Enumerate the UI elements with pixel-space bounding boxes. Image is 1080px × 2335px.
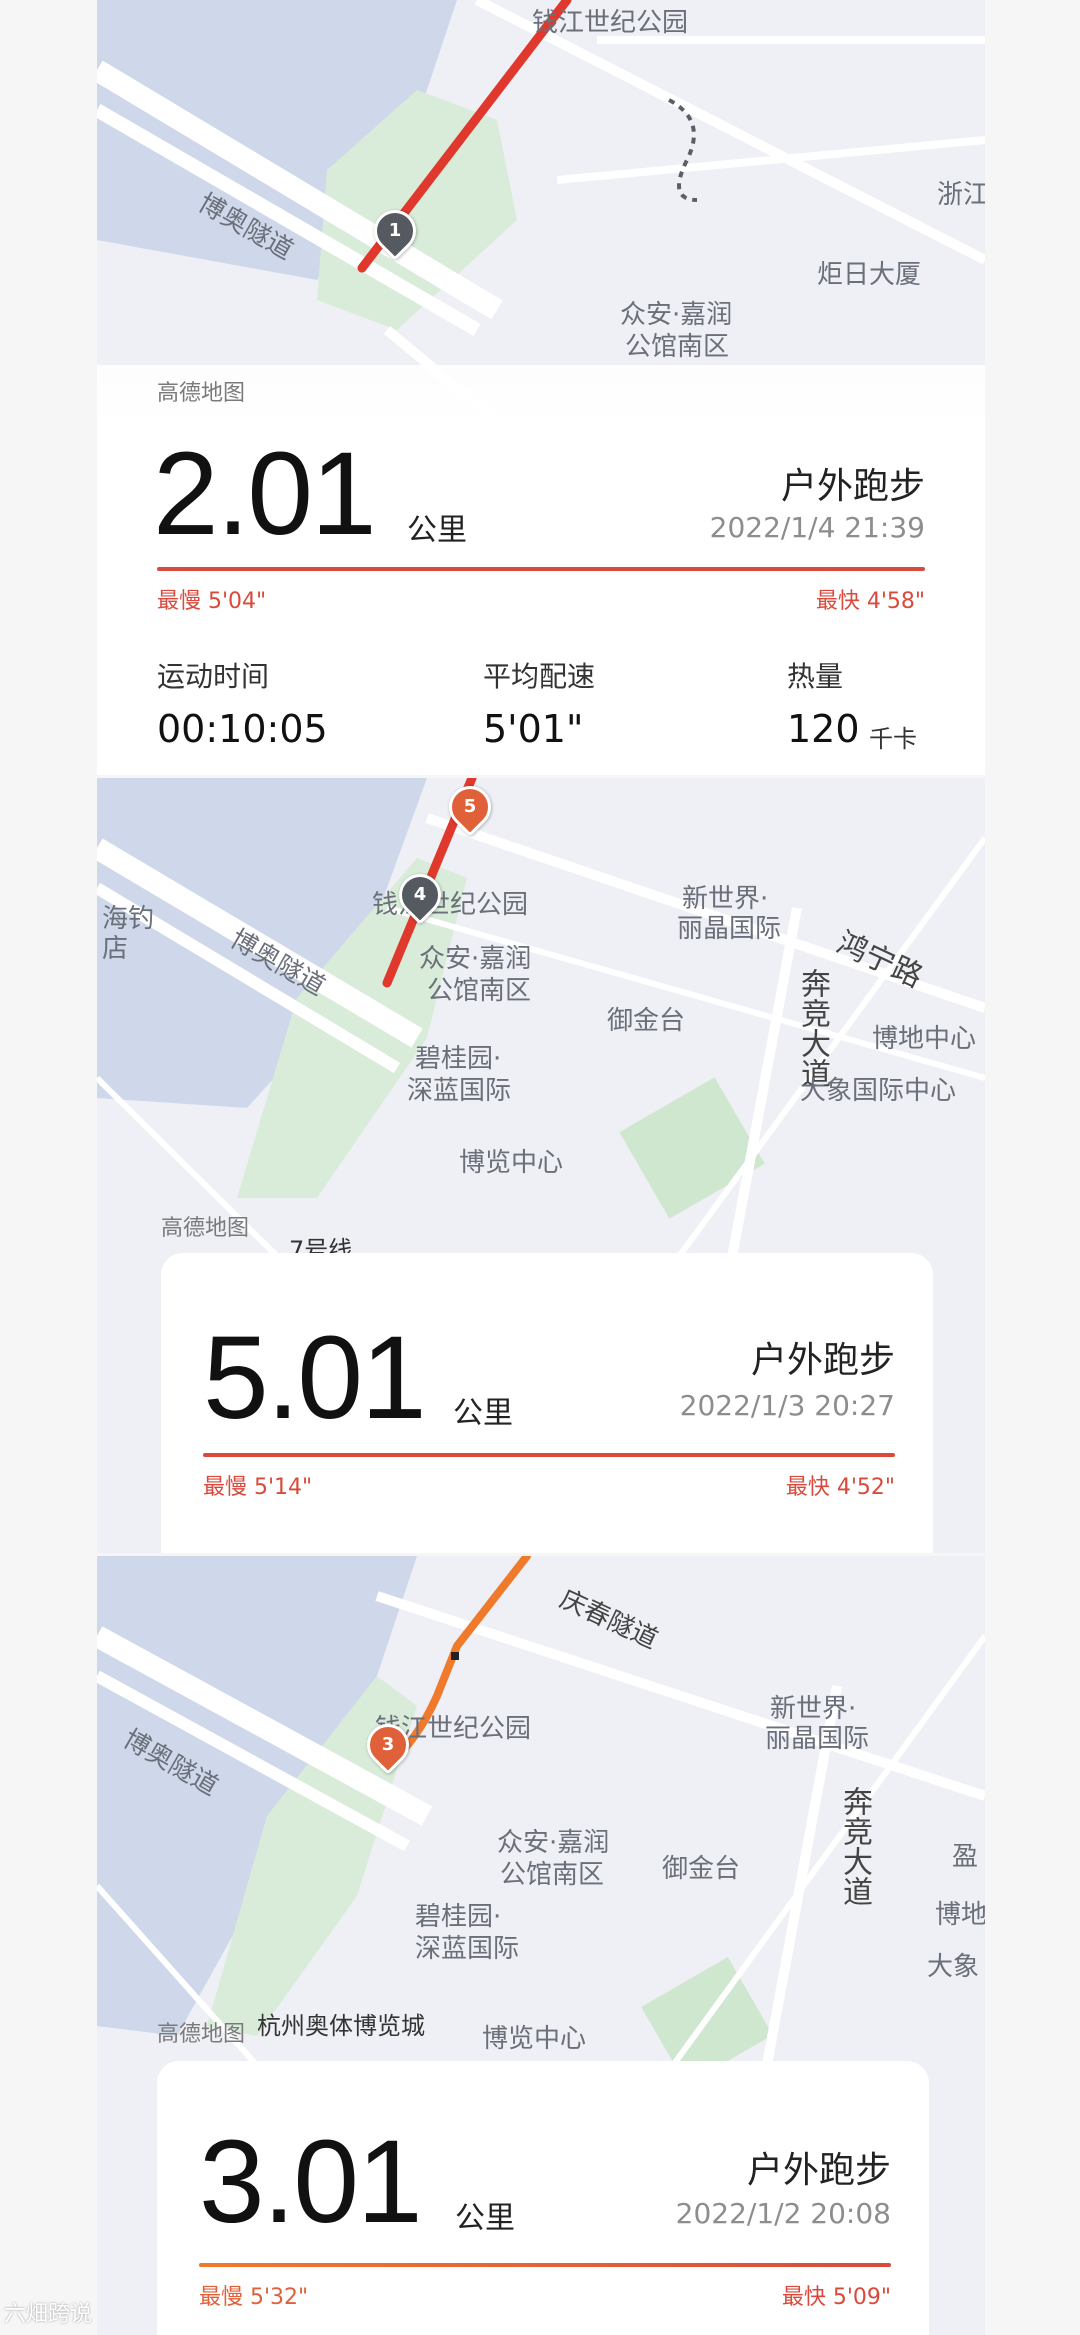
map-label: 众安·嘉润 (419, 944, 532, 974)
distance-value: 3.01 (199, 2116, 423, 2248)
map-label: 店 (102, 934, 129, 964)
fastest-pace: 最快 4'52" (785, 1475, 895, 1500)
map-label: 新世界· (682, 884, 769, 914)
map-label: 浙江 (937, 180, 985, 210)
slowest-pace: 最慢 5'14" (203, 1475, 313, 1500)
distance-unit: 公里 (407, 513, 467, 548)
stat-value-calories: 120 (787, 707, 860, 751)
map-label: 新世界· (770, 1694, 857, 1724)
map-label: 钱江世纪公园 (532, 8, 689, 38)
distance-unit: 公里 (455, 2201, 515, 2236)
map-label: 丽晶国际 (677, 914, 782, 944)
pace-bar (199, 2263, 891, 2267)
map-label: 大象国际中心 (800, 1076, 957, 1106)
fastest-pace: 最快 5'09" (781, 2285, 891, 2310)
map-label: 众安·嘉润 (497, 1828, 610, 1858)
map-label: 深蓝国际 (415, 1934, 520, 1964)
stat-value-duration: 00:10:05 (157, 707, 328, 751)
distance-value: 2.01 (153, 428, 377, 560)
stat-label-pace: 平均配速 (483, 660, 596, 693)
pace-bar (203, 1453, 895, 1457)
km-marker-label: 5 (463, 796, 477, 817)
activity-date: 2022/1/4 21:39 (709, 511, 925, 544)
map-label: 盈 (952, 1842, 979, 1872)
stat-label-duration: 运动时间 (157, 660, 270, 693)
stat-unit-calories: 千卡 (869, 725, 917, 753)
map-label: 公馆南区 (625, 332, 730, 362)
map-label: 公馆南区 (427, 976, 532, 1006)
activity-type: 户外跑步 (746, 2150, 891, 2191)
summary-card: 3.01 公里 户外跑步 2022/1/2 20:08 最慢 5'32" 最快 … (157, 2061, 929, 2335)
map-label: 杭州奥体博览城 (257, 2012, 425, 2040)
map-label: 博地中心 (872, 1024, 977, 1054)
run-card-3[interactable]: 庆春隧道 新世界· 丽晶国际 博奥隧道 钱江世纪公园 众安·嘉润 公馆南区 御金… (97, 1556, 985, 2335)
summary-card: 高德地图 2.01 公里 户外跑步 2022/1/4 21:39 最慢 5'04… (97, 365, 985, 775)
slowest-pace: 最慢 5'32" (199, 2285, 309, 2310)
map-label: 博地 (935, 1900, 985, 1930)
map-label: 碧桂园· (415, 1044, 502, 1074)
map-label: 博览中心 (482, 2024, 587, 2054)
map-label: 碧桂园· (415, 1902, 502, 1932)
map-label: 丽晶国际 (765, 1724, 870, 1754)
distance-value: 5.01 (203, 1312, 427, 1444)
stat-value-pace: 5'01" (483, 707, 584, 751)
summary-card: 5.01 公里 户外跑步 2022/1/3 20:27 最慢 5'14" 最快 … (161, 1253, 933, 1553)
slowest-pace: 最慢 5'04" (157, 589, 267, 614)
map-label: 海钓 (102, 904, 155, 934)
stat-label-calories: 热量 (787, 660, 844, 693)
activity-date: 2022/1/3 20:27 (679, 1389, 895, 1422)
map-label: 钱江世纪公园 (372, 890, 529, 920)
map-label: 博览中心 (459, 1148, 564, 1178)
km-marker-label: 1 (388, 220, 402, 241)
run-card-1[interactable]: 钱江世纪公园 博奥隧道 浙江 炬日大厦 众安·嘉润 公馆南区 1 高德地图 2.… (97, 0, 985, 775)
map-label: 御金台 (662, 1854, 741, 1884)
run-card-2[interactable]: 海钓 店 博奥隧道 钱江世纪公园 新世界· 丽晶国际 鸿宁路 众安·嘉润 公馆南… (97, 778, 985, 1553)
map-label: 炬日大厦 (817, 260, 922, 290)
map-label: 深蓝国际 (407, 1076, 512, 1106)
map-label: 大象 (927, 1952, 980, 1982)
map-provider-label: 高德地图 (157, 381, 246, 406)
km-marker-label: 3 (381, 1734, 395, 1755)
km-marker-label: 4 (413, 884, 427, 905)
map-provider-label: 高德地图 (157, 2022, 246, 2047)
fastest-pace: 最快 4'58" (815, 589, 925, 614)
map-label: 奔竞大道 (837, 1786, 872, 1906)
activity-date: 2022/1/2 20:08 (675, 2197, 891, 2230)
watermark: 六畑跨说 (4, 2302, 93, 2327)
map-provider-label: 高德地图 (161, 1216, 250, 1241)
pace-bar (157, 567, 925, 571)
map-label: 奔竞大道 (795, 968, 830, 1088)
activity-type: 户外跑步 (780, 466, 925, 507)
activity-type: 户外跑步 (750, 1340, 895, 1381)
map-label: 公馆南区 (500, 1860, 605, 1890)
map-label: 御金台 (607, 1006, 686, 1036)
map-label: 众安·嘉润 (620, 300, 733, 330)
distance-unit: 公里 (453, 1396, 513, 1431)
